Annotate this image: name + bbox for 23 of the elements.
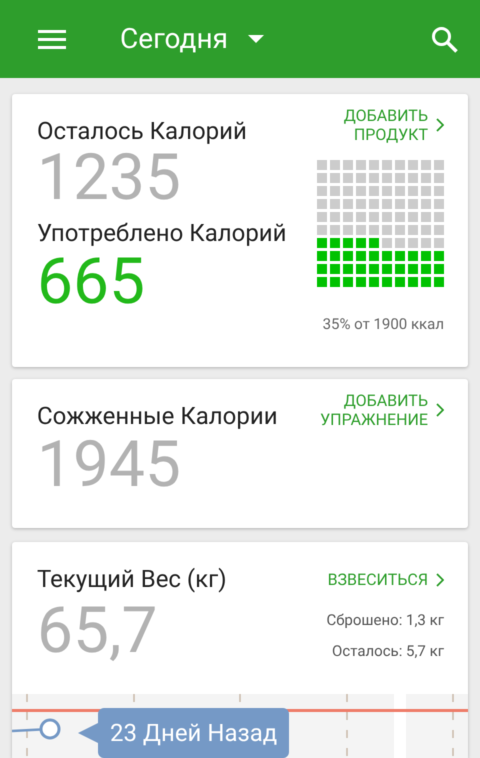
date-dropdown[interactable]: Сегодня — [120, 18, 264, 60]
calorie-value: 1235 — [37, 144, 181, 212]
tooltip-pointer-icon — [78, 723, 98, 743]
weight-value: 65,7 — [37, 594, 158, 668]
chevron-icon — [436, 118, 444, 132]
card-title: Сожженные Калории — [37, 401, 278, 431]
weigh-in-link[interactable]: ВЗВЕСИТЬСЯ — [328, 569, 444, 591]
weight-remaining: Осталось: 5,7 кг — [332, 640, 444, 662]
card-title: Употреблено Калорий — [37, 218, 287, 248]
menu-icon[interactable] — [38, 28, 66, 50]
chevron-icon — [436, 403, 444, 417]
weight-lost: Сброшено: 1,3 кг — [326, 610, 444, 631]
card-title: Осталось Калорий — [37, 116, 248, 146]
chevron-icon — [436, 573, 444, 587]
add-food-link[interactable]: ДОБАВИТЬ ПРОДУКТ — [344, 106, 444, 144]
progress-caption: 35% от 1900 ккал — [322, 314, 444, 335]
search-icon[interactable] — [431, 26, 458, 52]
chart-tooltip: 23 Дней Назад — [98, 708, 290, 758]
card-title: Текущий Вес (кг) — [37, 564, 227, 594]
caret-icon — [248, 35, 264, 43]
add-exercise-link[interactable]: ДОБАВИТЬ УПРАЖНЕНИЕ — [320, 391, 444, 429]
calorie-value: 1945 — [37, 431, 182, 499]
calorie-value: 665 — [37, 248, 145, 316]
